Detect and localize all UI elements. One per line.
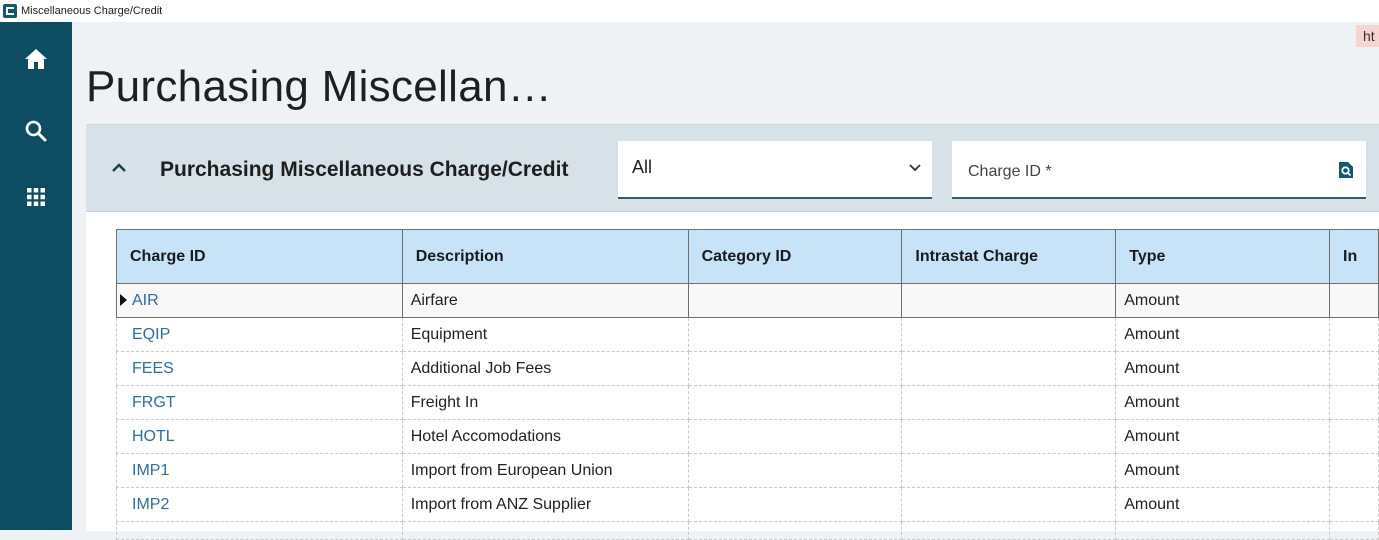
table-row[interactable]: AIR Airfare Amount	[116, 283, 1379, 318]
description-cell: Import from European Union	[401, 453, 689, 488]
lookup-icon[interactable]	[1338, 161, 1354, 179]
column-header-category-id[interactable]: Category ID	[687, 229, 903, 284]
charge-id-search	[952, 141, 1366, 199]
charges-panel: Purchasing Miscellaneous Charge/Credit A…	[86, 124, 1379, 540]
type-cell: Amount	[1115, 351, 1330, 386]
left-nav	[0, 22, 72, 530]
extra-cell	[1329, 283, 1379, 318]
extra-cell	[1329, 385, 1379, 420]
description-cell: Additional Job Fees	[401, 351, 689, 386]
description-cell: Hotel Accomodations	[401, 419, 689, 454]
intrastat-cell	[901, 283, 1117, 318]
charge-id-link[interactable]: AIR	[116, 283, 403, 318]
type-cell: Amount	[1115, 487, 1330, 522]
nav-home-button[interactable]	[0, 34, 72, 84]
intrastat-cell	[901, 317, 1117, 352]
extra-cell	[1329, 453, 1379, 488]
app-logo-icon	[3, 4, 17, 18]
category-cell	[687, 317, 903, 352]
description-cell: Equipment	[401, 317, 689, 352]
charge-id-link[interactable]: EQIP	[116, 317, 403, 352]
charge-id-link[interactable]: IMP2	[116, 487, 403, 522]
description-cell	[401, 521, 689, 540]
column-header-charge-id[interactable]: Charge ID	[116, 229, 403, 284]
intrastat-cell	[901, 487, 1117, 522]
intrastat-cell	[901, 453, 1117, 488]
grid-header-row: Charge ID Description Category ID Intras…	[116, 229, 1379, 284]
chevron-down-icon	[909, 164, 921, 172]
intrastat-cell	[901, 351, 1117, 386]
extra-cell	[1329, 487, 1379, 522]
charge-id-link[interactable]: FRGT	[116, 385, 403, 420]
nav-apps-button[interactable]	[0, 172, 72, 222]
apps-grid-icon	[27, 188, 45, 206]
extra-cell	[1329, 419, 1379, 454]
type-cell: Amount	[1115, 283, 1330, 318]
extra-cell	[1329, 521, 1379, 540]
table-row-partial[interactable]	[116, 521, 1379, 540]
window-titlebar: Miscellaneous Charge/Credit	[0, 0, 1379, 22]
type-cell: Amount	[1115, 317, 1330, 352]
table-row[interactable]: FRGT Freight In Amount	[116, 385, 1379, 420]
filter-dropdown[interactable]: All	[618, 141, 932, 199]
chevron-up-icon	[112, 163, 126, 172]
category-cell	[687, 385, 903, 420]
intrastat-cell	[901, 521, 1117, 540]
charge-id-link[interactable]	[116, 521, 403, 540]
intrastat-cell	[901, 385, 1117, 420]
type-cell	[1115, 521, 1330, 540]
column-header-truncated[interactable]: In	[1329, 229, 1379, 284]
extra-cell	[1329, 317, 1379, 352]
table-row[interactable]: IMP2 Import from ANZ Supplier Amount	[116, 487, 1379, 522]
panel-title: Purchasing Miscellaneous Charge/Credit	[160, 158, 569, 181]
home-icon	[25, 49, 47, 69]
charge-id-link[interactable]: HOTL	[116, 419, 403, 454]
page-title: Purchasing Miscellan…	[86, 62, 553, 111]
column-header-type[interactable]: Type	[1115, 229, 1330, 284]
table-row[interactable]: IMP1 Import from European Union Amount	[116, 453, 1379, 488]
table-row[interactable]: FEES Additional Job Fees Amount	[116, 351, 1379, 386]
category-cell	[687, 351, 903, 386]
description-cell: Import from ANZ Supplier	[401, 487, 689, 522]
category-cell	[687, 453, 903, 488]
description-cell: Airfare	[401, 283, 689, 318]
category-cell	[687, 283, 903, 318]
charge-id-link[interactable]: FEES	[116, 351, 403, 386]
url-tooltip: ht	[1356, 25, 1379, 47]
category-cell	[687, 419, 903, 454]
intrastat-cell	[901, 419, 1117, 454]
column-header-description[interactable]: Description	[401, 229, 689, 284]
type-cell: Amount	[1115, 419, 1330, 454]
category-cell	[687, 521, 903, 540]
window-title: Miscellaneous Charge/Credit	[21, 5, 163, 17]
category-cell	[687, 487, 903, 522]
collapse-button[interactable]	[110, 159, 128, 177]
table-row[interactable]: HOTL Hotel Accomodations Amount	[116, 419, 1379, 454]
extra-cell	[1329, 351, 1379, 386]
search-icon	[25, 120, 47, 142]
charges-grid: Charge ID Description Category ID Intras…	[116, 229, 1379, 540]
filter-value: All	[632, 157, 653, 177]
charge-id-input[interactable]	[966, 159, 1310, 185]
type-cell: Amount	[1115, 385, 1330, 420]
type-cell: Amount	[1115, 453, 1330, 488]
nav-search-button[interactable]	[0, 106, 72, 156]
column-header-intrastat-charge[interactable]: Intrastat Charge	[901, 229, 1117, 284]
table-row[interactable]: EQIP Equipment Amount	[116, 317, 1379, 352]
description-cell: Freight In	[401, 385, 689, 420]
panel-header: Purchasing Miscellaneous Charge/Credit A…	[86, 125, 1379, 212]
charge-id-link[interactable]: IMP1	[116, 453, 403, 488]
